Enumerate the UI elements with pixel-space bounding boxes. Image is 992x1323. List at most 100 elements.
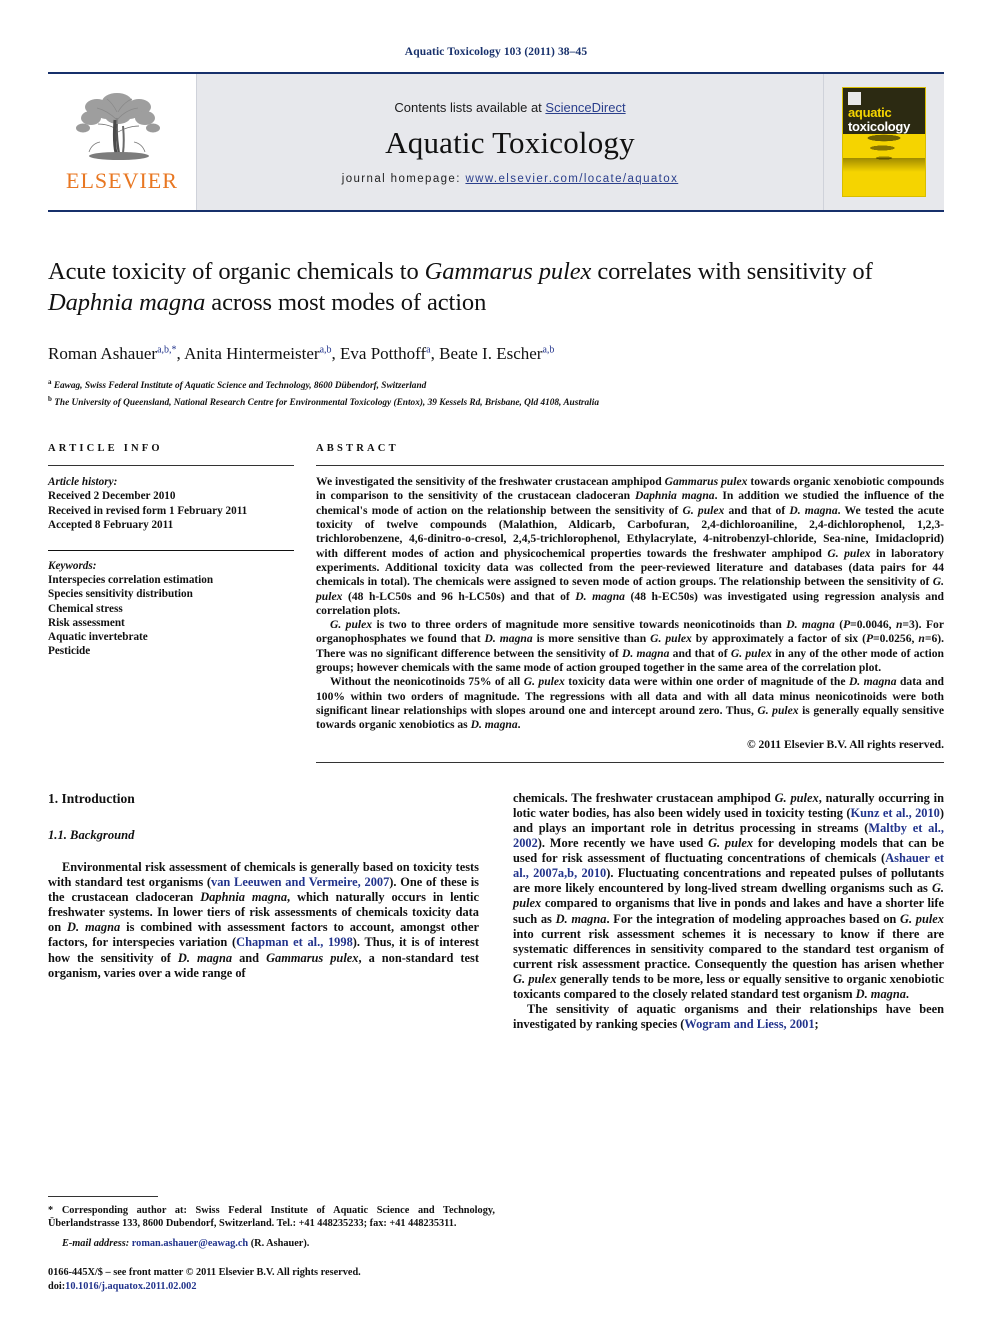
article-page: Aquatic Toxicology 103 (2011) 38–45 ELSE… <box>0 0 992 1323</box>
affiliation-marker: a <box>48 378 52 386</box>
cover-title: aquatic toxicology <box>848 106 910 133</box>
publisher-logo-cell: ELSEVIER <box>48 74 197 210</box>
abstract-body: We investigated the sensitivity of the f… <box>316 475 944 752</box>
corresponding-author-note: * Corresponding author at: Swiss Federal… <box>48 1204 495 1229</box>
divider <box>48 550 294 551</box>
journal-cover-cell: aquatic toxicology <box>823 74 944 210</box>
copyright-line: © 2011 Elsevier B.V. All rights reserved… <box>746 737 944 751</box>
doi-link[interactable]: 10.1016/j.aquatox.2011.02.002 <box>65 1281 196 1292</box>
citation-link: Chapman et al., 1998 <box>236 935 353 950</box>
page-title: Acute toxicity of organic chemicals to G… <box>48 256 944 318</box>
email-suffix: (R. Ashauer). <box>250 1237 310 1249</box>
info-abstract-row: ARTICLE INFO Article history: Received 2… <box>48 443 944 763</box>
doi-label: doi: <box>48 1280 66 1292</box>
abstract-column: ABSTRACT We investigated the sensitivity… <box>316 443 944 763</box>
keyword-item: Species sensitivity distribution <box>48 588 193 601</box>
article-history-label: Article history: <box>48 476 118 489</box>
cover-title-line1: aquatic <box>848 105 892 120</box>
elsevier-logo: ELSEVIER <box>66 90 178 194</box>
author-name: Beate I. Escher <box>439 344 543 363</box>
title-italic-2: Daphnia magna <box>48 289 206 316</box>
issn-doi-block: 0166-445X/$ – see front matter © 2011 El… <box>48 1266 495 1293</box>
affiliation: b The University of Queensland, National… <box>48 393 944 410</box>
keywords-block: Keywords: Interspecies correlation estim… <box>48 550 294 658</box>
abstract-paragraph: We investigated the sensitivity of the f… <box>316 475 945 617</box>
author: Eva Potthoffa <box>340 344 431 363</box>
author-name: Eva Potthoff <box>340 344 427 363</box>
abstract-heading: ABSTRACT <box>316 443 399 455</box>
masthead-center: Contents lists available at ScienceDirec… <box>197 74 823 210</box>
citation-link: Ashauer et al., 2007a,b, 2010 <box>513 851 945 881</box>
citation-link: Wogram and Liess, 2001 <box>684 1017 815 1032</box>
divider <box>316 761 944 763</box>
elsevier-wordmark: ELSEVIER <box>66 168 178 193</box>
author: Beate I. Eschera,b <box>439 344 554 363</box>
homepage-label: journal homepage: <box>341 172 466 185</box>
journal-homepage-link[interactable]: www.elsevier.com/locate/aquatox <box>465 173 678 185</box>
issn-line: 0166-445X/$ – see front matter © 2011 El… <box>48 1267 361 1279</box>
author-list: Roman Ashauera,b,*, Anita Hintermeistera… <box>48 344 555 363</box>
title-part-2: correlates with sensitivity of <box>591 258 873 285</box>
running-head: Aquatic Toxicology 103 (2011) 38–45 <box>404 46 588 58</box>
citation-link: van Leeuwen and Vermeire, 2007 <box>211 875 390 890</box>
title-italic-1: Gammarus pulex <box>424 258 592 285</box>
elsevier-tree-icon <box>75 93 160 160</box>
body-paragraph: The sensitivity of aquatic organisms and… <box>513 1002 944 1032</box>
affiliation-list: a Eawag, Swiss Federal Institute of Aqua… <box>48 376 944 409</box>
affiliation-marker: b <box>48 394 52 403</box>
author-affil-marker: a,b,* <box>157 344 177 356</box>
sciencedirect-link[interactable]: ScienceDirect <box>545 100 625 115</box>
author: Roman Ashauera,b,* <box>48 344 177 363</box>
history-item: Accepted 8 February 2011 <box>48 518 174 531</box>
title-part-1: Acute toxicity of organic chemicals to <box>48 258 425 285</box>
email-label: E-mail address: <box>62 1237 130 1249</box>
keyword-item: Aquatic invertebrate <box>48 631 148 644</box>
author-name: Anita Hintermeister <box>184 344 320 363</box>
section-heading: 1. Introduction <box>48 790 135 806</box>
abstract-paragraph: Without the neonicotinoids 75% of all G.… <box>316 675 945 732</box>
affiliation-text: Eawag, Swiss Federal Institute of Aquati… <box>53 381 427 392</box>
keyword-item: Pesticide <box>48 645 91 658</box>
author-affil-marker: a,b <box>542 344 555 356</box>
keyword-item: Risk assessment <box>48 616 125 629</box>
body-column-right: chemicals. The freshwater crustacean amp… <box>513 791 944 1211</box>
author-affil-marker: a <box>426 344 431 356</box>
footnote-divider <box>48 1195 158 1197</box>
history-item: Received in revised form 1 February 2011 <box>48 504 248 517</box>
author-affil-marker: a,b <box>319 344 332 356</box>
keywords-label: Keywords: <box>48 560 97 572</box>
journal-title: Aquatic Toxicology <box>385 124 635 160</box>
history-item: Received 2 December 2010 <box>48 490 176 503</box>
article-history-block: Article history: Received 2 December 201… <box>48 475 294 532</box>
footnote-block: * Corresponding author at: Swiss Federal… <box>48 1195 495 1293</box>
citation-link: Kunz et al., 2010 <box>850 805 940 820</box>
cover-title-line2: toxicology <box>848 118 911 134</box>
cover-elsevier-mark-icon <box>848 92 861 105</box>
journal-masthead: ELSEVIER Contents lists available at Sci… <box>48 72 944 212</box>
author-name: Roman Ashauer <box>48 344 158 363</box>
body-paragraph: chemicals. The freshwater crustacean amp… <box>513 790 945 1002</box>
keyword-item: Chemical stress <box>48 602 123 615</box>
divider <box>48 465 294 467</box>
subsection-heading: 1.1. Background <box>48 827 135 842</box>
email-note: E-mail address: roman.ashauer@eawag.ch (… <box>48 1237 495 1250</box>
email-link[interactable]: roman.ashauer@eawag.ch <box>132 1238 248 1249</box>
contents-available-line: Contents lists available at ScienceDirec… <box>394 100 625 115</box>
article-info-heading: ARTICLE INFO <box>48 443 163 455</box>
divider <box>316 465 944 467</box>
doi-line: doi:10.1016/j.aquatox.2011.02.002 <box>48 1280 495 1293</box>
journal-cover-image: aquatic toxicology <box>842 87 926 197</box>
cover-shadow <box>843 158 925 172</box>
affiliation-text: The University of Queensland, National R… <box>54 397 600 408</box>
body-columns: 1. Introduction 1.1. Background Environm… <box>48 791 944 1211</box>
abstract-paragraph: G. pulex is two to three orders of magni… <box>316 618 945 675</box>
journal-homepage-line: journal homepage: www.elsevier.com/locat… <box>342 173 678 185</box>
contents-prefix: Contents lists available at <box>394 99 546 115</box>
title-block: Acute toxicity of organic chemicals to G… <box>48 256 944 409</box>
body-paragraph: Environmental risk assessment of chemica… <box>48 860 479 980</box>
article-info-column: ARTICLE INFO Article history: Received 2… <box>48 443 316 763</box>
title-part-3: across most modes of action <box>205 289 487 316</box>
keyword-item: Interspecies correlation estimation <box>48 574 214 587</box>
author: Anita Hintermeistera,b <box>184 344 331 363</box>
body-column-left: 1. Introduction 1.1. Background Environm… <box>48 791 479 1211</box>
